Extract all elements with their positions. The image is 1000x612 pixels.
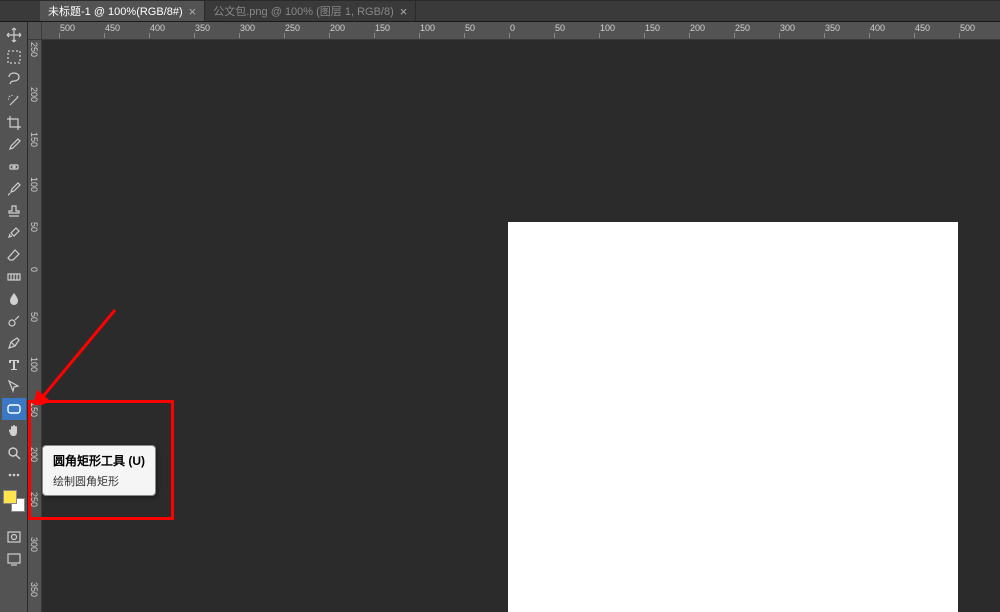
tooltip-title: 圆角矩形工具 (U) <box>53 452 145 469</box>
ruler-tick: 50 <box>465 22 475 33</box>
eraser-tool-icon[interactable] <box>2 244 26 266</box>
pen-tool-icon[interactable] <box>2 332 26 354</box>
brush-tool-icon[interactable] <box>2 178 26 200</box>
hand-tool-icon[interactable] <box>2 420 26 442</box>
blur-tool-icon[interactable] <box>2 288 26 310</box>
ruler-tick: 200 <box>690 22 705 33</box>
tab-doc-2[interactable]: 公文包.png @ 100% (图层 1, RGB/8) × <box>205 1 416 21</box>
ruler-tick: 50 <box>29 312 39 322</box>
ruler-tick: 350 <box>195 22 210 33</box>
ruler-tick: 0 <box>510 22 515 33</box>
ruler-tick: 0 <box>29 267 39 272</box>
ruler-tick: 350 <box>825 22 840 33</box>
crop-tool-icon[interactable] <box>2 112 26 134</box>
ruler-tick: 300 <box>29 537 39 552</box>
ruler-tick: 350 <box>29 582 39 597</box>
ruler-tick: 100 <box>420 22 435 33</box>
ruler-tick: 150 <box>29 132 39 147</box>
dodge-tool-icon[interactable] <box>2 310 26 332</box>
ruler-tick: 50 <box>555 22 565 33</box>
quick-mask-icon[interactable] <box>2 526 26 548</box>
marquee-tool-icon[interactable] <box>2 46 26 68</box>
ruler-tick: 100 <box>600 22 615 33</box>
ruler-tick: 250 <box>29 492 39 507</box>
ruler-tick: 100 <box>29 357 39 372</box>
ruler-tick: 500 <box>960 22 975 33</box>
type-tool-icon[interactable] <box>2 354 26 376</box>
document-canvas[interactable] <box>508 222 958 612</box>
ruler-tick: 150 <box>375 22 390 33</box>
ruler-tick: 500 <box>60 22 75 33</box>
color-swatches[interactable] <box>3 490 25 512</box>
tab-close-icon[interactable]: × <box>189 4 197 19</box>
healing-tool-icon[interactable] <box>2 156 26 178</box>
ruler-corner <box>28 22 42 40</box>
path-select-tool-icon[interactable] <box>2 376 26 398</box>
ruler-tick: 150 <box>645 22 660 33</box>
foreground-color-swatch[interactable] <box>3 490 17 504</box>
tab-label: 未标题-1 @ 100%(RGB/8#) <box>48 3 183 19</box>
ruler-tick: 400 <box>150 22 165 33</box>
ruler-tick: 300 <box>240 22 255 33</box>
eyedropper-tool-icon[interactable] <box>2 134 26 156</box>
ruler-tick: 200 <box>29 447 39 462</box>
wand-tool-icon[interactable] <box>2 90 26 112</box>
toolbox <box>0 22 28 612</box>
tooltip-desc: 绘制圆角矩形 <box>53 473 145 489</box>
ruler-tick: 150 <box>29 402 39 417</box>
stamp-tool-icon[interactable] <box>2 200 26 222</box>
ruler-tick: 200 <box>330 22 345 33</box>
ruler-tick: 50 <box>29 222 39 232</box>
zoom-tool-icon[interactable] <box>2 442 26 464</box>
tool-tooltip: 圆角矩形工具 (U) 绘制圆角矩形 <box>42 445 156 496</box>
document-tabs: 未标题-1 @ 100%(RGB/8#) × 公文包.png @ 100% (图… <box>0 0 1000 22</box>
ruler-tick: 300 <box>780 22 795 33</box>
ruler-tick: 250 <box>29 42 39 57</box>
ruler-tick: 250 <box>285 22 300 33</box>
tab-close-icon[interactable]: × <box>400 4 408 19</box>
move-tool-icon[interactable] <box>2 24 26 46</box>
lasso-tool-icon[interactable] <box>2 68 26 90</box>
history-brush-tool-icon[interactable] <box>2 222 26 244</box>
tab-label: 公文包.png @ 100% (图层 1, RGB/8) <box>213 3 394 19</box>
more-tools-icon[interactable] <box>2 464 26 486</box>
ruler-tick: 450 <box>915 22 930 33</box>
ruler-tick: 250 <box>735 22 750 33</box>
ruler-tick: 100 <box>29 177 39 192</box>
tab-doc-1[interactable]: 未标题-1 @ 100%(RGB/8#) × <box>40 1 205 21</box>
ruler-tick: 450 <box>105 22 120 33</box>
ruler-tick: 400 <box>870 22 885 33</box>
ruler-tick: 200 <box>29 87 39 102</box>
horizontal-ruler[interactable]: 5004504003503002502001501005005010015020… <box>42 22 1000 40</box>
gradient-tool-icon[interactable] <box>2 266 26 288</box>
screen-mode-icon[interactable] <box>2 548 26 570</box>
rounded-rect-tool-icon[interactable] <box>2 398 26 420</box>
canvas-viewport[interactable] <box>42 40 1000 612</box>
vertical-ruler[interactable]: 25020015010050050100150200250300350400 <box>28 40 42 612</box>
